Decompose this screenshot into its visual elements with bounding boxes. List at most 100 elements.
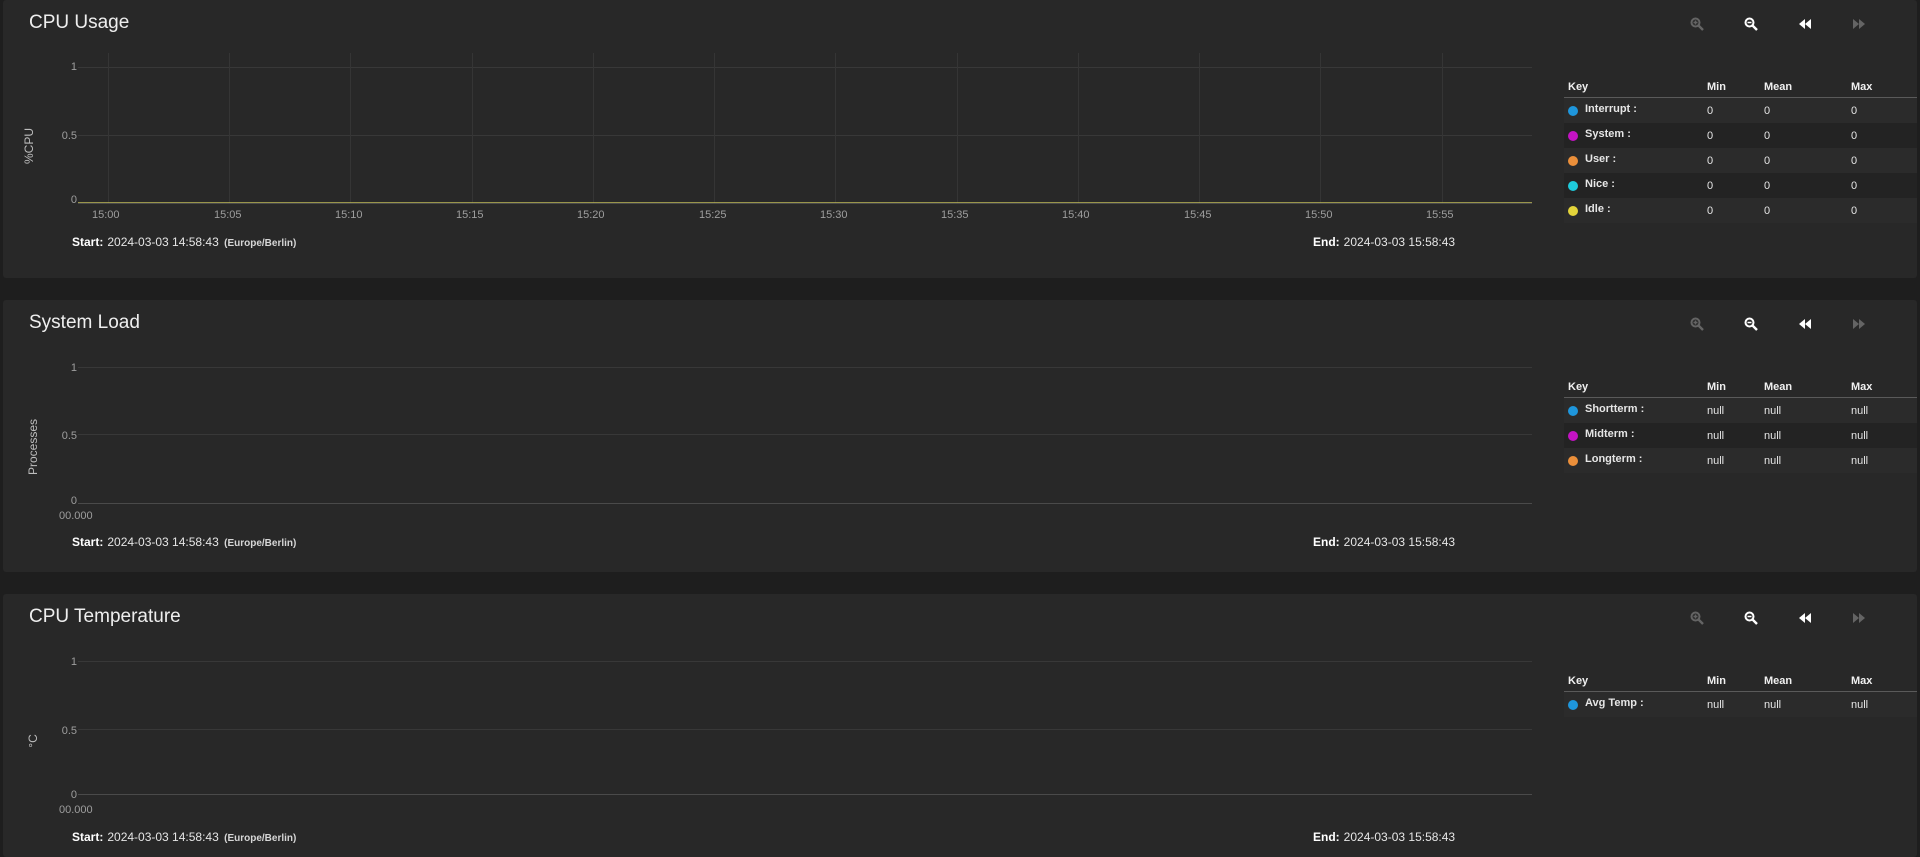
- x-tick: 00.000: [59, 804, 93, 816]
- start-label: Start:: [72, 535, 104, 549]
- legend-col-mean: Mean: [1764, 675, 1793, 687]
- legend-key: User :: [1585, 153, 1617, 165]
- fast-forward-icon[interactable]: [1849, 14, 1869, 34]
- gridline: [78, 367, 1532, 368]
- gridline: [714, 53, 715, 204]
- legend-min: 0: [1707, 180, 1714, 192]
- x-tick: 15:20: [577, 209, 605, 221]
- legend-mean: 0: [1764, 180, 1771, 192]
- legend-row: Idle : 0 0 0: [1564, 198, 1917, 223]
- legend-min: null: [1707, 455, 1725, 467]
- legend-max: 0: [1851, 180, 1858, 192]
- end-label: End:: [1313, 830, 1340, 844]
- range-start: Start: 2024-03-03 14:58:43 (Europe/Berlin…: [72, 830, 296, 844]
- cpu-usage-card: CPU Usage %CPU 1 0.5 0 15:00 15:05 15:10…: [3, 0, 1917, 278]
- zoom-out-icon[interactable]: [1741, 14, 1761, 34]
- legend-row: Shortterm : null null null: [1564, 398, 1917, 423]
- legend-row: Interrupt : 0 0 0: [1564, 98, 1917, 123]
- x-tick: 15:45: [1184, 209, 1212, 221]
- chart-toolbar: [1687, 14, 1877, 34]
- y-axis-label: Processes: [26, 418, 40, 476]
- legend-mean: null: [1764, 405, 1782, 417]
- zoom-in-icon[interactable]: [1687, 14, 1707, 34]
- legend-col-key: Key: [1568, 675, 1589, 687]
- x-tick: 15:00: [92, 209, 120, 221]
- system-load-plot: [78, 353, 1532, 504]
- timezone: (Europe/Berlin): [224, 833, 297, 844]
- start-value: 2024-03-03 14:58:43: [107, 830, 219, 844]
- rewind-icon[interactable]: [1795, 608, 1815, 628]
- legend-col-min: Min: [1707, 675, 1726, 687]
- legend-col-max: Max: [1851, 81, 1873, 93]
- legend-min: 0: [1707, 130, 1714, 142]
- gridline: [1320, 53, 1321, 204]
- gridline: [78, 661, 1532, 662]
- legend-table: Key Min Mean Max Shortterm : null null n…: [1564, 376, 1917, 473]
- legend-col-mean: Mean: [1764, 81, 1793, 93]
- gridline: [229, 53, 230, 204]
- legend-body: Avg Temp : null null null: [1564, 692, 1917, 717]
- y-tick: 0.5: [61, 130, 77, 142]
- legend-min: null: [1707, 405, 1725, 417]
- end-label: End:: [1313, 535, 1340, 549]
- legend-col-min: Min: [1707, 81, 1726, 93]
- legend-col-mean: Mean: [1764, 381, 1793, 393]
- legend-max: 0: [1851, 155, 1858, 167]
- gridline: [350, 53, 351, 204]
- y-axis-label: °C: [26, 734, 40, 748]
- legend-col-max: Max: [1851, 381, 1873, 393]
- chart-toolbar: [1687, 608, 1877, 628]
- zoom-out-icon[interactable]: [1741, 314, 1761, 334]
- legend-mean: 0: [1764, 155, 1771, 167]
- rewind-icon[interactable]: [1795, 14, 1815, 34]
- gridline: [472, 53, 473, 204]
- legend-header: Key Min Mean Max: [1564, 376, 1917, 398]
- card-title: System Load: [29, 312, 140, 333]
- zoom-in-icon[interactable]: [1687, 608, 1707, 628]
- card-title: CPU Temperature: [29, 606, 181, 627]
- x-axis: [78, 503, 1532, 504]
- gridline: [78, 434, 1532, 435]
- range-end: End: 2024-03-03 15:58:43: [1313, 830, 1455, 844]
- gridline: [835, 53, 836, 204]
- rewind-icon[interactable]: [1795, 314, 1815, 334]
- x-axis: [78, 203, 1532, 204]
- cpu-usage-plot: [78, 53, 1532, 204]
- end-label: End:: [1313, 235, 1340, 249]
- gridline: [1199, 53, 1200, 204]
- legend-mean: null: [1764, 430, 1782, 442]
- x-tick: 15:05: [214, 209, 242, 221]
- y-tick: 1: [70, 362, 77, 374]
- legend-key: Interrupt :: [1585, 103, 1637, 115]
- legend-mean: null: [1764, 699, 1782, 711]
- fast-forward-icon[interactable]: [1849, 608, 1869, 628]
- x-tick: 15:15: [456, 209, 484, 221]
- zoom-out-icon[interactable]: [1741, 608, 1761, 628]
- x-tick: 15:25: [699, 209, 727, 221]
- system-load-card: System Load Processes 1 0.5 0 00.000 Sta…: [3, 300, 1917, 572]
- legend-header: Key Min Mean Max: [1564, 76, 1917, 98]
- zoom-in-icon[interactable]: [1687, 314, 1707, 334]
- range-end: End: 2024-03-03 15:58:43: [1313, 235, 1455, 249]
- legend-row: System : 0 0 0: [1564, 123, 1917, 148]
- legend-min: null: [1707, 430, 1725, 442]
- end-value: 2024-03-03 15:58:43: [1343, 235, 1456, 249]
- legend-max: 0: [1851, 130, 1858, 142]
- y-tick: 0.5: [61, 725, 77, 737]
- legend-col-key: Key: [1568, 381, 1589, 393]
- legend-row: Avg Temp : null null null: [1564, 692, 1917, 717]
- legend-body: Interrupt : 0 0 0 System : 0 0 0 User : …: [1564, 98, 1917, 223]
- x-tick: 15:30: [820, 209, 848, 221]
- start-value: 2024-03-03 14:58:43: [107, 535, 219, 549]
- legend-max: null: [1851, 405, 1869, 417]
- legend-key: Avg Temp :: [1585, 697, 1644, 709]
- legend-key: System :: [1585, 128, 1631, 140]
- legend-key: Nice :: [1585, 178, 1615, 190]
- legend-min: null: [1707, 699, 1725, 711]
- legend-row: User : 0 0 0: [1564, 148, 1917, 173]
- fast-forward-icon[interactable]: [1849, 314, 1869, 334]
- x-tick: 15:35: [941, 209, 969, 221]
- y-tick: 1: [70, 61, 77, 73]
- gridline: [1078, 53, 1079, 204]
- y-axis-label: %CPU: [22, 128, 36, 165]
